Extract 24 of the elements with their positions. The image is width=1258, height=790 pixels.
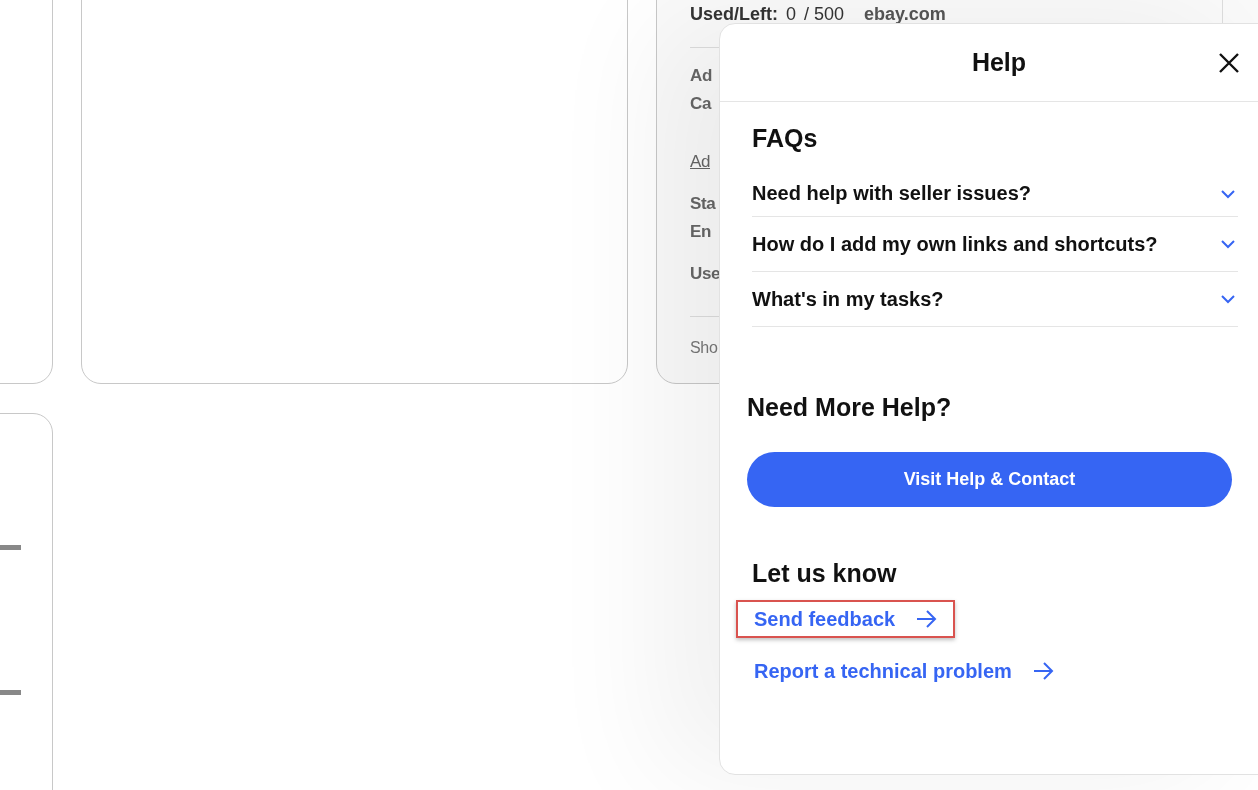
panel-title: Help	[971, 48, 1027, 77]
field-label: Sta	[690, 194, 716, 213]
usage-total: / 500	[804, 5, 845, 23]
usage-value: 0	[786, 5, 797, 23]
field-label: Ca	[690, 94, 711, 113]
section-heading: Need More Help?	[747, 393, 953, 422]
close-icon[interactable]	[1217, 51, 1241, 75]
section-heading: Let us know	[752, 559, 898, 588]
contact-button[interactable]: Visit Help & Contact	[747, 452, 1232, 507]
usage-label: Used/Left:	[690, 5, 778, 23]
site-name: ebay.com	[864, 5, 946, 23]
faq-item[interactable]: Need help with seller issues?	[752, 171, 1238, 217]
faq-item[interactable]: How do I add my own links and shortcuts?	[752, 217, 1238, 272]
field-link[interactable]: Ad	[690, 152, 710, 171]
field-label: Ad	[690, 66, 712, 85]
field-label: En	[690, 222, 711, 241]
field-label: Use	[690, 264, 720, 283]
show-link[interactable]: Sho	[690, 339, 718, 357]
arrow-right-icon	[915, 609, 938, 629]
faq-item[interactable]: What's in my tasks?	[752, 272, 1238, 327]
help-link[interactable]: Send feedback	[736, 600, 956, 638]
arrow-right-icon	[1031, 661, 1054, 681]
section-heading: FAQs	[752, 124, 819, 153]
help-link[interactable]: Report a technical problem	[736, 652, 1072, 690]
